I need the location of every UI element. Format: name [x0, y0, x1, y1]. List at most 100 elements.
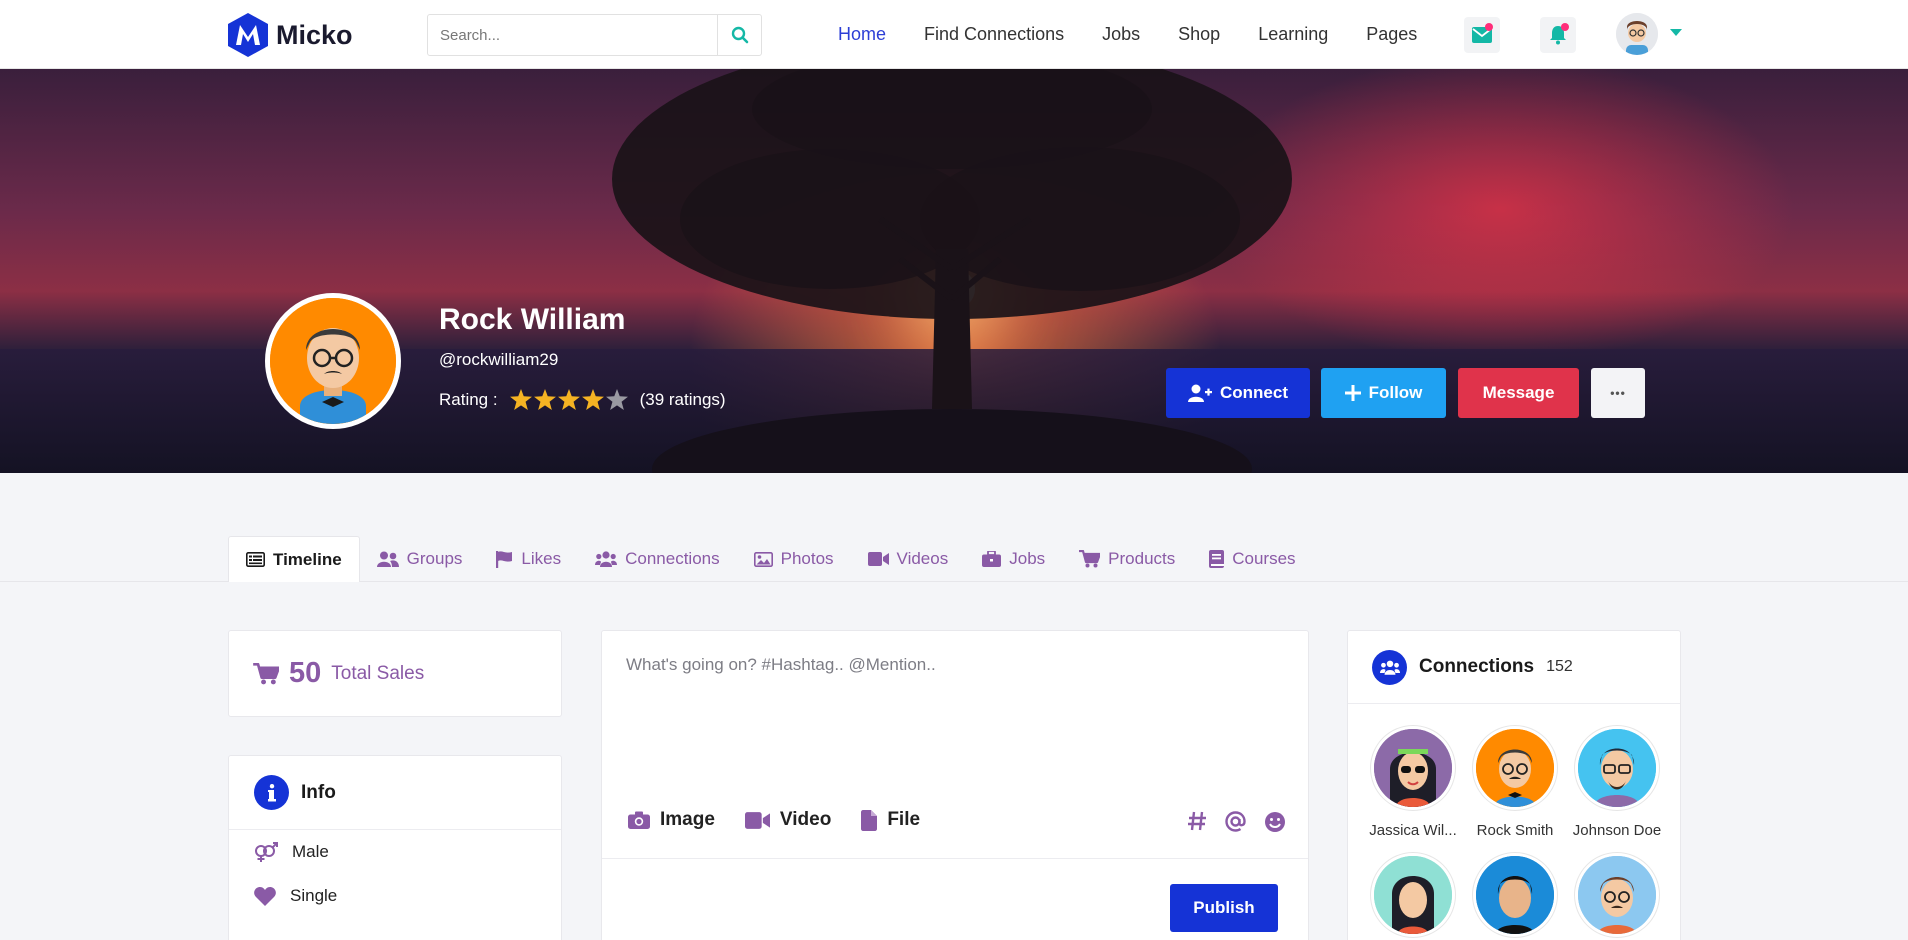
cart-icon: [253, 662, 279, 684]
rating-stars: [509, 389, 628, 410]
flag-icon: [496, 550, 513, 568]
man-avatar-icon: [1476, 856, 1554, 934]
profile-avatar-icon: [270, 298, 396, 424]
connection-avatar: [1575, 726, 1659, 810]
tab-products[interactable]: Products: [1062, 536, 1192, 582]
video-icon: [744, 811, 770, 829]
tab-label: Courses: [1232, 549, 1296, 568]
star-filled-icon: [533, 389, 556, 410]
brand-logo[interactable]: Micko: [228, 13, 353, 57]
message-button[interactable]: Message: [1458, 368, 1579, 418]
connection-item[interactable]: Rock Smith: [1464, 726, 1566, 839]
tab-courses[interactable]: Courses: [1192, 536, 1312, 582]
messages-button[interactable]: [1464, 17, 1500, 53]
connection-name: Johnson Doe: [1572, 822, 1662, 839]
total-sales-value: 50: [289, 657, 322, 689]
notifications-button[interactable]: [1540, 17, 1576, 53]
add-video-button[interactable]: Video: [744, 809, 831, 831]
image-icon: [753, 551, 773, 567]
tab-label: Groups: [406, 549, 463, 568]
book-icon: [1209, 550, 1225, 568]
groups-icon: [376, 551, 399, 567]
search-icon: [731, 26, 748, 44]
mention-icon[interactable]: [1225, 811, 1246, 832]
nav-home[interactable]: Home: [838, 24, 886, 45]
tab-videos[interactable]: Videos: [851, 536, 966, 582]
top-navbar: Micko Home Find Connections Jobs Shop Le…: [0, 0, 1908, 69]
connection-item[interactable]: Jassica Wil...: [1362, 726, 1464, 839]
tab-photos[interactable]: Photos: [737, 536, 851, 582]
tab-label: Photos: [780, 549, 834, 568]
rating-label: Rating :: [439, 389, 498, 409]
post-input[interactable]: [626, 655, 1276, 745]
connection-avatar: [1575, 853, 1659, 937]
image-tool-label: Image: [660, 809, 715, 830]
connection-name: Jassica Wil...: [1369, 822, 1457, 839]
more-options-button[interactable]: •••: [1591, 368, 1645, 418]
tab-connections[interactable]: Connections: [578, 536, 737, 582]
follow-button[interactable]: Follow: [1321, 368, 1446, 418]
connection-avatar: [1371, 726, 1455, 810]
publish-button[interactable]: Publish: [1170, 884, 1278, 932]
profile-tabs: Timeline Groups Likes Connections Photos…: [228, 536, 1313, 582]
connect-button[interactable]: Connect: [1166, 368, 1310, 418]
hashtag-icon[interactable]: [1187, 811, 1207, 831]
more-dots-icon: •••: [1610, 386, 1626, 400]
total-sales-card: 50 Total Sales: [228, 630, 562, 717]
tab-groups[interactable]: Groups: [360, 536, 480, 582]
tab-likes[interactable]: Likes: [479, 536, 578, 582]
nav-jobs[interactable]: Jobs: [1102, 24, 1140, 45]
plus-icon: [1344, 385, 1361, 401]
info-row-gender: Male: [229, 830, 561, 874]
file-tool-label: File: [887, 809, 921, 830]
brand-name: Micko: [276, 19, 353, 50]
nav-find-connections[interactable]: Find Connections: [924, 24, 1064, 45]
connect-label: Connect: [1220, 383, 1288, 402]
man-avatar-icon: [1578, 729, 1656, 807]
briefcase-icon: [982, 551, 1002, 567]
total-sales-label: Total Sales: [331, 662, 425, 684]
add-image-button[interactable]: Image: [628, 809, 715, 831]
chevron-down-icon[interactable]: [1670, 29, 1682, 37]
profile-name: Rock William: [439, 303, 626, 336]
search-box: [427, 14, 762, 56]
video-icon: [867, 552, 889, 566]
tab-label: Timeline: [273, 549, 342, 569]
users-icon: [595, 551, 618, 567]
connection-item[interactable]: [1566, 853, 1668, 940]
post-composer: Image Video File Publish: [601, 630, 1309, 940]
composer-divider: [602, 858, 1308, 859]
timeline-icon: [246, 552, 265, 567]
woman-avatar-icon: [1374, 856, 1452, 934]
nav-learning[interactable]: Learning: [1258, 24, 1328, 45]
search-button[interactable]: [717, 15, 761, 55]
connection-item[interactable]: [1362, 853, 1464, 940]
emoji-icon[interactable]: [1264, 811, 1286, 833]
micko-logo-icon: [228, 13, 268, 57]
connection-item[interactable]: [1464, 853, 1566, 940]
main-menu: Home Find Connections Jobs Shop Learning…: [838, 0, 1455, 69]
tab-timeline[interactable]: Timeline: [228, 536, 360, 582]
man-avatar-icon: [1476, 729, 1554, 807]
tab-label: Jobs: [1009, 549, 1046, 568]
nav-shop[interactable]: Shop: [1178, 24, 1220, 45]
connections-count: 152: [1546, 658, 1573, 675]
tab-jobs[interactable]: Jobs: [965, 536, 1062, 582]
nav-pages[interactable]: Pages: [1366, 24, 1417, 45]
profile-cover: Rock William @rockwilliam29 Rating : (39…: [0, 69, 1908, 473]
tab-label: Products: [1108, 549, 1176, 568]
user-avatar[interactable]: [1616, 13, 1658, 55]
camera-icon: [628, 811, 650, 829]
connection-item[interactable]: Johnson Doe: [1566, 726, 1668, 839]
info-card: Info Male Single: [228, 755, 562, 940]
profile-avatar[interactable]: [265, 293, 401, 429]
notifications-badge: [1561, 23, 1569, 31]
cart-icon: [1079, 550, 1101, 568]
message-label: Message: [1482, 383, 1555, 402]
search-input[interactable]: [428, 15, 717, 55]
composer-extras: [1187, 811, 1286, 833]
info-title: Info: [301, 781, 336, 803]
add-file-button[interactable]: File: [861, 809, 920, 831]
connection-avatar: [1473, 726, 1557, 810]
follow-label: Follow: [1368, 383, 1423, 402]
